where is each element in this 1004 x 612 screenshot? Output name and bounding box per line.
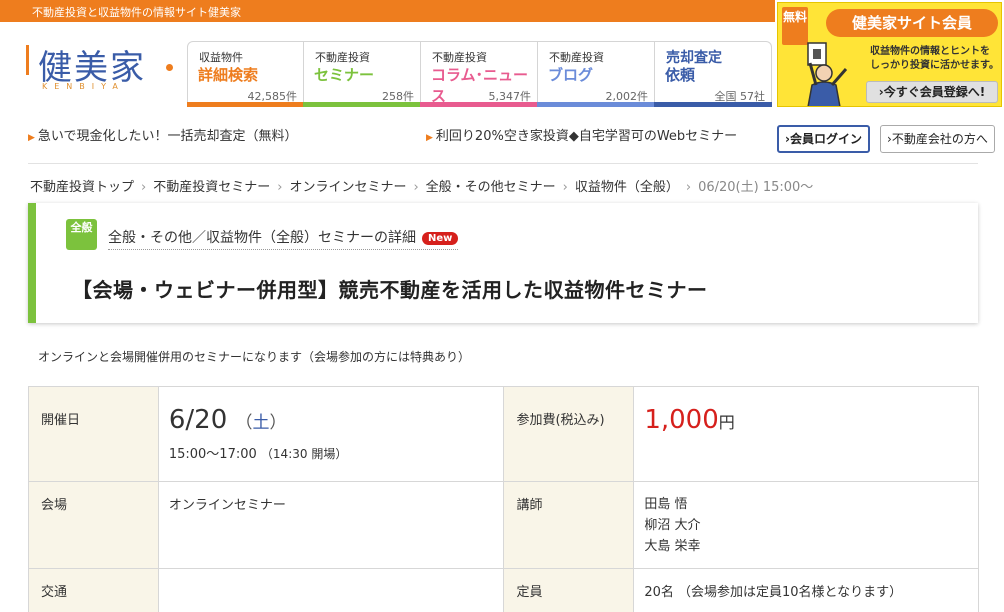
free-badge: 無料 [782, 7, 808, 45]
doors-open: （14:30 開場） [260, 447, 348, 461]
breadcrumb-item[interactable]: 不動産投資セミナー [153, 180, 270, 195]
breadcrumb-separator-icon: › [413, 180, 419, 195]
nav-tab-title: 依頼 [665, 66, 696, 84]
new-badge: New [422, 232, 459, 245]
table-row: 交通 定員 20名 （会場参加は定員10名様となります） [28, 568, 979, 612]
seminar-time: 15:00～17:00 （14:30 開場） [169, 443, 494, 462]
breadcrumb-separator-icon: › [685, 180, 692, 195]
date-value: 6/20 [168, 405, 228, 435]
capacity-value: 20名 （会場参加は定員10名様となります） [633, 568, 979, 612]
nav-tab-underline [654, 102, 772, 107]
nav-tab-kicker: 不動産投資 [432, 51, 487, 64]
logo-accent-bar [26, 45, 29, 75]
breadcrumb-current: 06/20(土) 15:00～ [698, 180, 814, 195]
divider [28, 163, 978, 164]
logo-dot [166, 64, 173, 71]
breadcrumb-separator-icon: › [562, 180, 568, 195]
nav-tab-kicker: 不動産投資 [315, 51, 370, 64]
nav-tab-kicker: 不動産投資 [549, 51, 604, 64]
top-tagline-bar: 不動産投資と収益物件の情報サイト健美家 [0, 0, 775, 22]
nav-tab-underline [537, 102, 655, 107]
weekday-value: 土 [252, 413, 270, 433]
nav-tab-title: セミナー [314, 66, 375, 84]
person-holding-sign-icon [807, 42, 848, 106]
table-row: 開催日 6/20 （土） 15:00～17:00 （14:30 開場） 参加費(… [28, 386, 979, 482]
site-tagline: 不動産投資と収益物件の情報サイト健美家 [32, 6, 241, 19]
date-label: 開催日 [28, 386, 159, 482]
member-login-button[interactable]: ›会員ログイン [777, 125, 870, 153]
capacity-label: 定員 [503, 568, 635, 612]
nav-tab-title: 詳細検索 [198, 66, 259, 84]
vacant-house-seminar-link-label: 利回り20%空き家投資◆自宅学習可のWebセミナー [435, 129, 738, 144]
register-now-button[interactable]: ›今すぐ会員登録へ! [866, 81, 998, 103]
banner-title: 健美家サイト会員 [826, 9, 998, 37]
fee: 1,000円 [644, 405, 968, 435]
venue-value: オンラインセミナー [157, 481, 505, 569]
breadcrumb-item[interactable]: 全般・その他セミナー [426, 180, 556, 195]
nav-tab-sale-appraisal[interactable]: 売却査定 依頼 全国 57社 [654, 41, 772, 107]
nav-tab-title: ブログ [548, 66, 594, 84]
fee-value: 1,000 [644, 405, 719, 435]
quick-sale-link-label: 急いで現金化したい！一括売却査定（無料） [37, 129, 298, 144]
for-agents-button[interactable]: ›不動産会社の方へ [880, 125, 995, 153]
seminar-note: オンラインと会場開催併用のセミナーになります（会場参加の方には特典あり） [38, 350, 471, 364]
logo-subtext: KENBIYA [42, 82, 125, 91]
weekday-paren: ） [269, 413, 287, 433]
nav-tab-seminar[interactable]: 不動産投資 セミナー 258件 [303, 41, 421, 107]
seminar-subheading: 全般・その他／収益物件（全般）セミナーの詳細 New [108, 227, 459, 250]
access-label: 交通 [28, 568, 159, 612]
main-nav: 収益物件 詳細検索 42,585件 不動産投資 セミナー 258件 不動産投資 … [187, 41, 772, 107]
speaker-label: 講師 [503, 481, 635, 569]
quick-sale-link[interactable]: ▶ 急いで現金化したい！一括売却査定（無料） [28, 125, 298, 144]
banner-description: 収益物件の情報とヒントを しっかり投資に活かせます。 [870, 45, 999, 73]
nav-tab-underline [303, 102, 421, 107]
member-login-label: 会員ログイン [789, 132, 862, 146]
banner-desc-line: しっかり投資に活かせます。 [870, 60, 999, 71]
vacant-house-seminar-link[interactable]: ▶ 利回り20%空き家投資◆自宅学習可のWebセミナー [426, 125, 737, 144]
seminar-details-table: 開催日 6/20 （土） 15:00～17:00 （14:30 開場） 参加費(… [28, 386, 979, 612]
category-badge-text: 全般 [70, 221, 93, 234]
member-signup-banner[interactable]: 無料 健美家サイト会員 収益物件の情報とヒントを しっかり投資に活かせます。 ›… [777, 2, 1002, 107]
fee-cell: 1,000円 [633, 386, 979, 482]
nav-tab-kicker: 収益物件 [199, 51, 243, 64]
category-badge: 全般 [66, 219, 97, 250]
triangle-right-icon: ▶ [426, 133, 433, 143]
seminar-date: 6/20 （土） [169, 405, 494, 435]
speaker-list: 田島 悟 柳沼 大介 大島 栄幸 [633, 481, 979, 569]
site-logo[interactable]: 健美家 KENBIYA [26, 40, 176, 96]
breadcrumb-separator-icon: › [141, 180, 147, 195]
seminar-header-panel: 全般 全般・その他／収益物件（全般）セミナーの詳細 New 【会場・ウェビナー併用… [28, 203, 978, 323]
access-value [157, 568, 505, 612]
date-cell: 6/20 （土） 15:00～17:00 （14:30 開場） [157, 386, 505, 482]
venue-label: 会場 [28, 481, 159, 569]
triangle-right-icon: ▶ [28, 133, 35, 143]
speaker-name: 大島 栄幸 [644, 539, 701, 554]
speaker-name: 柳沼 大介 [644, 518, 701, 533]
breadcrumb: 不動産投資トップ › 不動産投資セミナー › オンラインセミナー › 全般・その他セミナー ›… [30, 176, 813, 195]
speaker-name: 田島 悟 [644, 497, 688, 512]
for-agents-label: 不動産会社の方へ [891, 132, 988, 146]
time-value: 15:00～17:00 [168, 447, 257, 462]
seminar-title: 【会場・ウェビナー併用型】競売不動産を活用した収益物件セミナー [72, 278, 708, 302]
nav-tab-blog[interactable]: 不動産投資 ブログ 2,002件 [537, 41, 655, 107]
weekday: （土） [236, 413, 287, 433]
weekday-paren: （ [235, 413, 253, 433]
breadcrumb-item[interactable]: オンラインセミナー [289, 180, 406, 195]
table-row: 会場 オンラインセミナー 講師 田島 悟 柳沼 大介 大島 栄幸 [28, 481, 979, 569]
nav-tab-underline [420, 102, 538, 107]
banner-desc-line: 収益物件の情報とヒントを [870, 46, 990, 57]
nav-tab-property-search[interactable]: 収益物件 詳細検索 42,585件 [187, 41, 304, 107]
nav-tab-column-news[interactable]: 不動産投資 コラム･ニュース 5,347件 [420, 41, 538, 107]
breadcrumb-item[interactable]: 収益物件（全般） [575, 180, 679, 195]
fee-unit: 円 [718, 413, 735, 432]
fee-label: 参加費(税込み) [503, 386, 635, 482]
breadcrumb-separator-icon: › [277, 180, 283, 195]
breadcrumb-item[interactable]: 不動産投資トップ [30, 180, 134, 195]
nav-tab-underline [187, 102, 304, 107]
seminar-subheading-text: 全般・その他／収益物件（全般）セミナーの詳細 [108, 230, 416, 246]
